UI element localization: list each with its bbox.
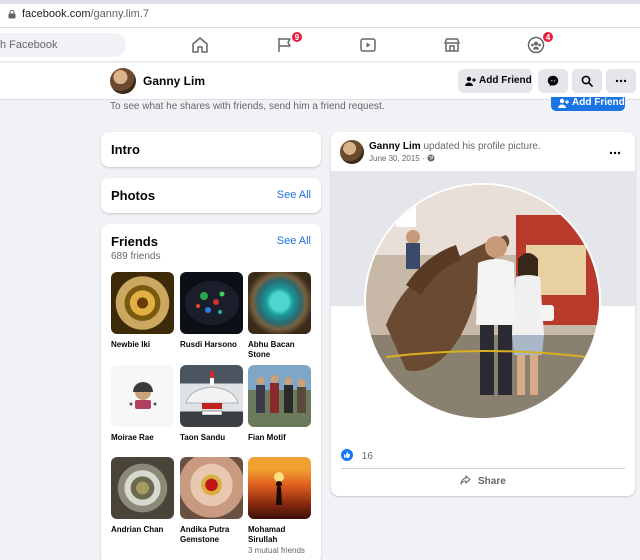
- like-reaction-icon: [341, 449, 353, 461]
- friend-request-hint: To see what he shares with friends, send…: [110, 101, 385, 112]
- notification-badge: 4: [542, 31, 554, 43]
- friend-photo[interactable]: [180, 272, 243, 334]
- photos-see-all-link[interactable]: See All: [277, 189, 311, 201]
- url-host: facebook.com: [22, 8, 91, 20]
- friend-photo[interactable]: [111, 365, 174, 427]
- groups-icon[interactable]: 4: [527, 31, 554, 54]
- friend-tile[interactable]: Moirae Rae: [111, 365, 175, 443]
- browser-tabstrip: [0, 0, 640, 4]
- friend-photo[interactable]: [248, 272, 311, 334]
- browser-address-bar[interactable]: facebook.com/ganny.lim.7: [0, 0, 640, 28]
- flag-icon[interactable]: 9: [276, 31, 303, 54]
- search-input[interactable]: h Facebook: [0, 33, 126, 57]
- watch-video-icon[interactable]: [359, 36, 377, 54]
- opal-stone-image: [185, 281, 239, 325]
- thumbs-up-icon: [344, 451, 351, 458]
- friend-tile[interactable]: Abhu Bacan Stone: [248, 272, 312, 360]
- share-icon: [460, 475, 471, 485]
- add-friend-icon: [465, 76, 476, 86]
- friend-photo[interactable]: [180, 457, 243, 519]
- friend-name[interactable]: Newbie Iki: [111, 340, 175, 350]
- friend-name[interactable]: Mohamad Sirullah: [248, 525, 312, 545]
- friend-name[interactable]: Fian Motif: [248, 433, 312, 443]
- profile-picture-circle[interactable]: [364, 183, 601, 420]
- messenger-icon: [547, 75, 559, 87]
- friend-tile[interactable]: Andika Putra Gemstone: [180, 457, 244, 545]
- post-author-name[interactable]: Ganny Lim: [369, 141, 421, 152]
- intro-title: Intro: [111, 142, 140, 157]
- friends-see-all-link[interactable]: See All: [277, 235, 311, 247]
- notification-badge: 9: [291, 31, 303, 43]
- post-action-text: updated his profile picture.: [423, 141, 541, 152]
- post-date-text: June 30, 2015 ·: [369, 154, 425, 163]
- friends-title[interactable]: Friends: [111, 234, 158, 249]
- profile-photo-image: [366, 185, 599, 418]
- mutual-friends-count: 3 mutual friends: [248, 546, 305, 555]
- post-divider: [341, 468, 625, 469]
- photos-title[interactable]: Photos: [111, 188, 155, 203]
- friend-tile[interactable]: Mohamad Sirullah 3 mutual friends: [248, 457, 312, 556]
- cartoon-avatar-image: [129, 382, 157, 409]
- friend-name[interactable]: Andrian Chan: [111, 525, 175, 535]
- post-header: Ganny Lim updated his profile picture.: [369, 141, 541, 152]
- more-options-button[interactable]: [606, 69, 636, 93]
- friend-tile[interactable]: Andrian Chan: [111, 457, 175, 535]
- profile-name[interactable]: Ganny Lim: [143, 74, 205, 88]
- friend-name[interactable]: Moirae Rae: [111, 433, 175, 443]
- share-button[interactable]: Share: [331, 475, 635, 487]
- friends-count: 689 friends: [111, 251, 161, 262]
- car-image: [185, 371, 239, 416]
- post-media[interactable]: [331, 171, 635, 436]
- friend-photo[interactable]: [180, 365, 243, 427]
- search-profile-button[interactable]: [572, 69, 602, 93]
- friend-tile[interactable]: Rusdi Harsono: [180, 272, 244, 350]
- profile-picture-post: Ganny Lim updated his profile picture. J…: [331, 132, 635, 496]
- sunset-silhouette-image: [274, 472, 284, 505]
- group-photo-image: [256, 375, 306, 413]
- facebook-top-nav: h Facebook 9 4: [0, 28, 640, 62]
- post-options-button[interactable]: [609, 144, 621, 158]
- post-date[interactable]: June 30, 2015 ·: [369, 154, 435, 163]
- friend-photo[interactable]: [111, 457, 174, 519]
- friend-tile[interactable]: Newbie Iki: [111, 272, 175, 350]
- post-author-avatar[interactable]: [340, 140, 364, 164]
- friend-name[interactable]: Rusdi Harsono: [180, 340, 244, 350]
- add-friend-icon: [558, 98, 569, 108]
- add-friend-primary-button[interactable]: Add Friend: [551, 97, 625, 111]
- friend-photo[interactable]: [248, 457, 311, 519]
- marketplace-icon[interactable]: [443, 36, 461, 54]
- messenger-button[interactable]: [538, 69, 568, 93]
- friend-name[interactable]: Abhu Bacan Stone: [248, 340, 312, 360]
- friend-photo[interactable]: [111, 272, 174, 334]
- friend-name[interactable]: Taon Sandu: [180, 433, 244, 443]
- friends-card: Friends See All 689 friends Newbie Iki R…: [101, 224, 321, 560]
- ellipsis-icon: [609, 151, 621, 155]
- magnifier-icon: [581, 75, 593, 87]
- reaction-count: 16: [361, 451, 373, 462]
- lock-icon: [8, 10, 16, 19]
- share-label: Share: [477, 476, 506, 487]
- profile-avatar[interactable]: [110, 68, 136, 94]
- add-friend-primary-label: Add Friend: [572, 97, 625, 108]
- friend-name[interactable]: Andika Putra Gemstone: [180, 525, 244, 545]
- url-text[interactable]: facebook.com/ganny.lim.7: [22, 8, 149, 20]
- photos-card: Photos See All: [101, 178, 321, 213]
- ellipsis-icon: [615, 79, 627, 83]
- home-icon[interactable]: [191, 36, 209, 54]
- globe-icon: [427, 154, 435, 162]
- profile-header: Ganny Lim Add Friend: [0, 63, 640, 100]
- add-friend-label: Add Friend: [479, 75, 532, 86]
- friend-tile[interactable]: Taon Sandu: [180, 365, 244, 443]
- add-friend-button[interactable]: Add Friend: [458, 69, 532, 93]
- friend-photo[interactable]: [248, 365, 311, 427]
- post-reactions[interactable]: 16: [341, 449, 373, 462]
- intro-card: Intro: [101, 132, 321, 167]
- friend-tile[interactable]: Fian Motif: [248, 365, 312, 443]
- url-path: /ganny.lim.7: [90, 8, 149, 20]
